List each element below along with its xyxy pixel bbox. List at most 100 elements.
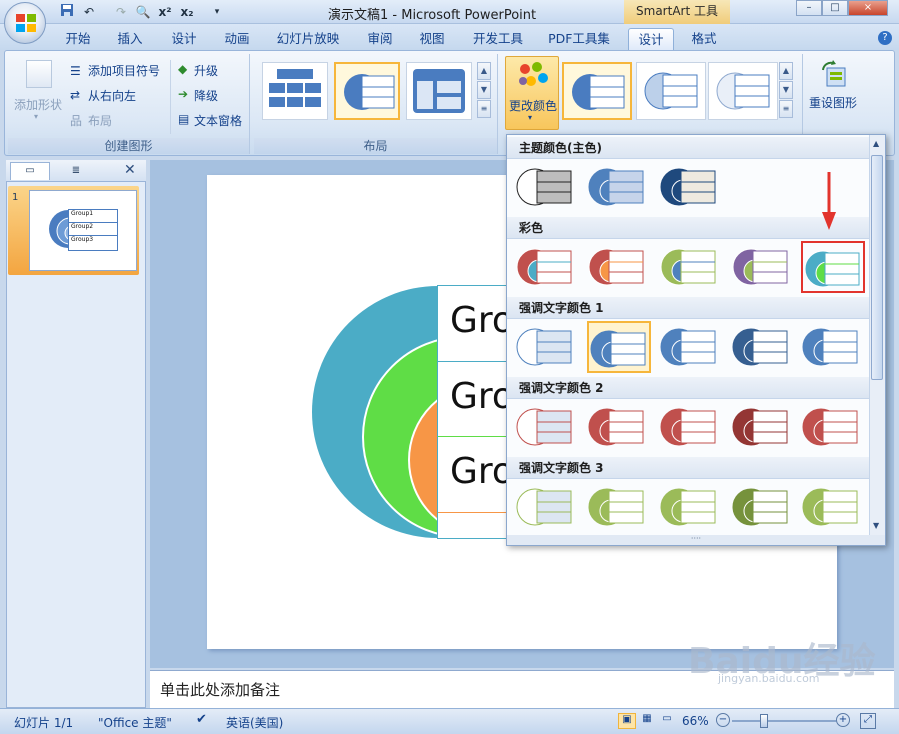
color-option[interactable] <box>587 161 651 213</box>
redo-icon[interactable]: ↷ <box>112 3 130 21</box>
print-preview-icon[interactable]: 🔍 <box>134 3 152 21</box>
color-option[interactable] <box>515 481 579 533</box>
color-option[interactable] <box>731 481 795 533</box>
save-icon[interactable] <box>58 3 76 21</box>
add-shape-dropdown-icon[interactable]: ▾ <box>34 112 38 121</box>
smartart-text-box[interactable]: Gro <box>438 286 516 362</box>
zoom-out-icon[interactable]: − <box>716 713 730 727</box>
change-colors-button[interactable]: 更改颜色 ▾ <box>505 56 559 130</box>
demote-button[interactable]: 降级 <box>194 87 218 104</box>
zoom-slider-thumb[interactable] <box>760 714 768 728</box>
color-option[interactable] <box>801 321 865 373</box>
layout-gallery-more-icon[interactable]: ≡ <box>477 100 491 118</box>
color-option[interactable] <box>587 321 651 373</box>
color-option[interactable] <box>659 401 723 453</box>
color-option[interactable] <box>587 241 651 293</box>
subscript-icon[interactable]: x₂ <box>178 3 196 21</box>
dropdown-scroll-up-icon[interactable]: ▲ <box>873 139 879 148</box>
layout-gallery-item[interactable] <box>406 62 472 120</box>
minimize-button[interactable]: – <box>796 0 822 16</box>
add-shape-button[interactable]: 添加形状 <box>14 96 62 113</box>
dropdown-section-title: 主题颜色(主色) <box>507 137 869 159</box>
layout-gallery-item-selected[interactable] <box>334 62 400 120</box>
color-option[interactable] <box>659 481 723 533</box>
close-pane-icon[interactable]: ✕ <box>124 162 136 178</box>
zoom-level[interactable]: 66% <box>682 714 709 728</box>
undo-icon[interactable]: ↶ <box>80 3 98 21</box>
color-option[interactable] <box>801 481 865 533</box>
maximize-button[interactable]: □ <box>822 0 848 16</box>
customize-qat-icon[interactable]: ▾ <box>208 3 226 21</box>
thumbnail-row: Group2 <box>69 223 117 236</box>
right-to-left-button[interactable]: 从右向左 <box>88 87 136 104</box>
tab-home[interactable]: 开始 <box>56 28 100 50</box>
color-option-preview-icon <box>516 488 572 526</box>
dropdown-scrollbar-thumb[interactable] <box>871 155 883 380</box>
tab-view[interactable]: 视图 <box>410 28 454 50</box>
tab-slideshow[interactable]: 幻灯片放映 <box>270 28 346 50</box>
slide-thumbnail[interactable]: Group1 Group2 Group3 <box>29 190 137 271</box>
fit-slide-icon[interactable]: ⤢ <box>860 713 876 729</box>
style-gallery-item-selected[interactable] <box>562 62 632 120</box>
color-option-preview-icon <box>802 488 858 526</box>
color-option-preview-icon <box>660 168 716 206</box>
smartart-text-box[interactable]: Gro <box>438 437 516 513</box>
tab-smartart-design[interactable]: 设计 <box>628 28 674 50</box>
style-gallery-item[interactable] <box>708 62 778 120</box>
thumbnail-row: Group3 <box>71 236 94 243</box>
dropdown-resize-grip[interactable]: ···· <box>507 535 885 545</box>
color-option[interactable] <box>731 241 795 293</box>
color-option-preview-icon <box>732 328 788 366</box>
language-status[interactable]: 英语(美国) <box>226 714 283 731</box>
layout-gallery-down-icon[interactable]: ▼ <box>477 81 491 99</box>
normal-view-icon[interactable]: ▣ <box>618 713 636 729</box>
dropdown-scroll-down-icon[interactable]: ▼ <box>873 521 879 530</box>
color-option[interactable] <box>515 241 579 293</box>
layout-gallery-item[interactable] <box>262 62 328 120</box>
office-button[interactable] <box>4 2 46 44</box>
tab-design[interactable]: 设计 <box>162 28 206 50</box>
add-bullet-button[interactable]: 添加项目符号 <box>88 62 160 79</box>
color-option[interactable] <box>801 401 865 453</box>
text-pane-button[interactable]: 文本窗格 <box>194 112 242 129</box>
tab-review[interactable]: 审阅 <box>358 28 402 50</box>
style-gallery-more-icon[interactable]: ≡ <box>779 100 793 118</box>
tab-developer[interactable]: 开发工具 <box>464 28 532 50</box>
outline-tab-icon[interactable]: ≣ <box>56 163 96 180</box>
zoom-in-icon[interactable]: + <box>836 713 850 727</box>
color-option[interactable] <box>731 401 795 453</box>
layout-gallery-up-icon[interactable]: ▲ <box>477 62 491 80</box>
color-option[interactable] <box>659 241 723 293</box>
smartart-text-box[interactable]: Gro <box>438 362 516 437</box>
tab-format[interactable]: 格式 <box>682 28 726 50</box>
color-option[interactable] <box>659 321 723 373</box>
tab-animations[interactable]: 动画 <box>215 28 259 50</box>
color-option[interactable] <box>515 401 579 453</box>
color-option[interactable] <box>801 241 865 293</box>
slideshow-view-icon[interactable]: ▭ <box>658 713 676 729</box>
style-gallery-item[interactable] <box>636 62 706 120</box>
color-option[interactable] <box>587 401 651 453</box>
color-option[interactable] <box>515 321 579 373</box>
style-gallery-up-icon[interactable]: ▲ <box>779 62 793 80</box>
spellcheck-icon[interactable]: ✔ <box>196 712 207 727</box>
group-separator <box>170 60 171 134</box>
color-option[interactable] <box>659 161 723 213</box>
tab-insert[interactable]: 插入 <box>108 28 152 50</box>
color-option[interactable] <box>515 161 579 213</box>
color-option-preview-icon <box>660 328 716 366</box>
superscript-icon[interactable]: x² <box>156 3 174 21</box>
color-option[interactable] <box>731 321 795 373</box>
slides-tab-icon[interactable]: ▭ <box>10 162 50 180</box>
close-button[interactable]: × <box>848 0 888 16</box>
promote-button[interactable]: 升级 <box>194 62 218 79</box>
color-option[interactable] <box>587 481 651 533</box>
tab-pdf-tools[interactable]: PDF工具集 <box>544 28 614 50</box>
dropdown-section-title: 彩色 <box>507 217 869 239</box>
style-gallery-down-icon[interactable]: ▼ <box>779 81 793 99</box>
slide-sorter-icon[interactable]: ▦ <box>638 713 656 729</box>
office-logo-icon <box>16 14 36 32</box>
zoom-slider-track[interactable] <box>732 720 836 722</box>
help-icon[interactable]: ? <box>878 31 892 45</box>
layout-button[interactable]: 布局 <box>88 112 112 129</box>
